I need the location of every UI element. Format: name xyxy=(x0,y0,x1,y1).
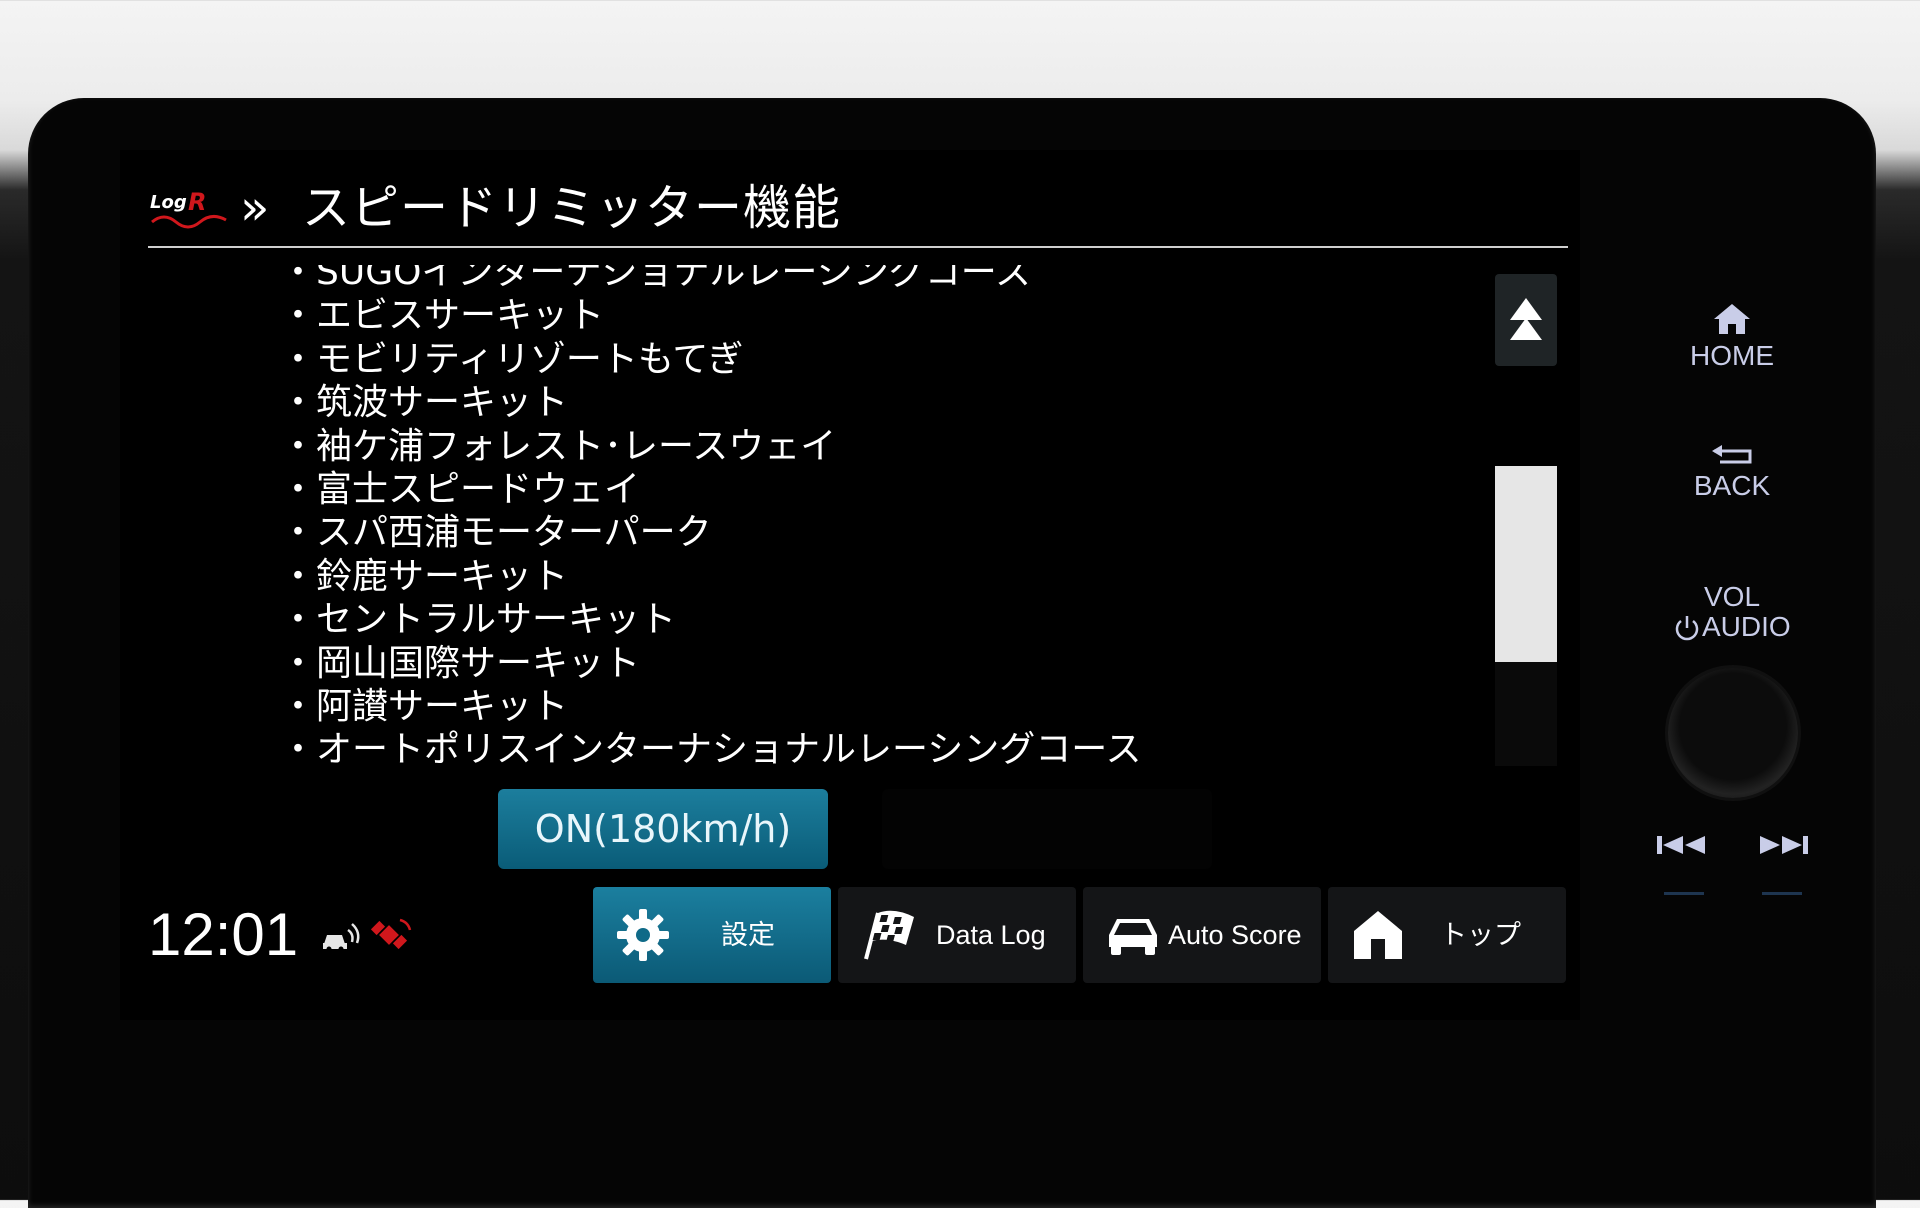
list-item: ・鈴鹿サーキット xyxy=(280,555,569,597)
svg-text:R: R xyxy=(188,188,206,216)
vol-audio-hardkey[interactable]: VOL AUDIO xyxy=(1662,582,1802,642)
tab-auto-score[interactable]: Auto Score xyxy=(1083,887,1321,983)
double-up-arrow-icon xyxy=(1510,298,1542,340)
scrollbar-thumb[interactable] xyxy=(1495,466,1557,662)
vol-label: VOL xyxy=(1703,581,1761,612)
svg-text:Log: Log xyxy=(150,192,187,213)
list-item: ・スパ西浦モーターパーク xyxy=(280,512,712,554)
header: Log R » スピードリミッター機能 xyxy=(148,172,1568,248)
tab-auto-score-label: Auto Score xyxy=(1168,920,1302,950)
list-item: ・袖ケ浦フォレスト･レースウェイ xyxy=(280,425,837,467)
list-item: ・モビリティリゾートもてぎ xyxy=(280,338,744,380)
limiter-on-button[interactable]: ON(180km/h) xyxy=(498,789,828,869)
audio-label: AUDIO xyxy=(1702,611,1791,642)
list-item: ・富士スピードウェイ xyxy=(280,468,641,510)
checkered-flag-icon xyxy=(864,910,914,960)
car-icon xyxy=(1109,919,1157,955)
list-item: ・エビスサーキット xyxy=(280,295,605,337)
circuit-list[interactable]: ・SUGOインターナショナルレーシングコース ・エビスサーキット ・モビリティリ… xyxy=(280,265,1480,775)
gps-signal-icon xyxy=(370,918,412,950)
connected-car-icon xyxy=(323,923,360,952)
seek-back-indicator xyxy=(1664,892,1704,895)
seek-forward-icon[interactable] xyxy=(1754,830,1810,860)
tab-top[interactable]: トップ xyxy=(1328,887,1566,983)
list-item: ・阿讃サーキット xyxy=(280,685,569,727)
seek-forward-indicator xyxy=(1762,892,1802,895)
home-icon xyxy=(1354,911,1402,959)
list-item: ・SUGOインターナショナルレーシングコース xyxy=(280,265,1031,293)
home-icon xyxy=(1714,304,1750,334)
logr-logo: Log R xyxy=(150,188,227,229)
tab-settings[interactable]: 設定 xyxy=(593,887,831,983)
home-hardkey-label: HOME xyxy=(1690,340,1774,371)
tab-top-label: トップ xyxy=(1440,920,1521,950)
breadcrumb-chevron-icon: » xyxy=(240,180,270,236)
header-divider xyxy=(148,246,1568,248)
tab-data-log[interactable]: Data Log xyxy=(838,887,1076,983)
gear-icon xyxy=(617,909,669,961)
clock: 12:01 xyxy=(148,901,299,968)
volume-knob[interactable] xyxy=(1668,668,1798,798)
page-title: スピードリミッター機能 xyxy=(302,180,842,236)
back-hardkey[interactable]: BACK xyxy=(1672,444,1792,501)
tab-data-log-label: Data Log xyxy=(936,920,1046,950)
list-item: ・セントラルサーキット xyxy=(280,599,677,641)
scroll-top-button[interactable] xyxy=(1495,274,1557,366)
back-arrow-icon xyxy=(1712,445,1752,464)
seek-back-icon[interactable] xyxy=(1655,830,1711,860)
list-item: ・オートポリスインターナショナルレーシングコース xyxy=(280,729,1142,771)
home-hardkey[interactable]: HOME xyxy=(1672,302,1792,371)
back-hardkey-label: BACK xyxy=(1693,470,1771,501)
tab-settings-label: 設定 xyxy=(721,920,775,950)
list-item: ・岡山国際サーキット xyxy=(280,642,641,684)
list-item: ・筑波サーキット xyxy=(280,382,569,424)
power-icon xyxy=(1675,616,1699,641)
limiter-off-button[interactable] xyxy=(882,789,1212,869)
